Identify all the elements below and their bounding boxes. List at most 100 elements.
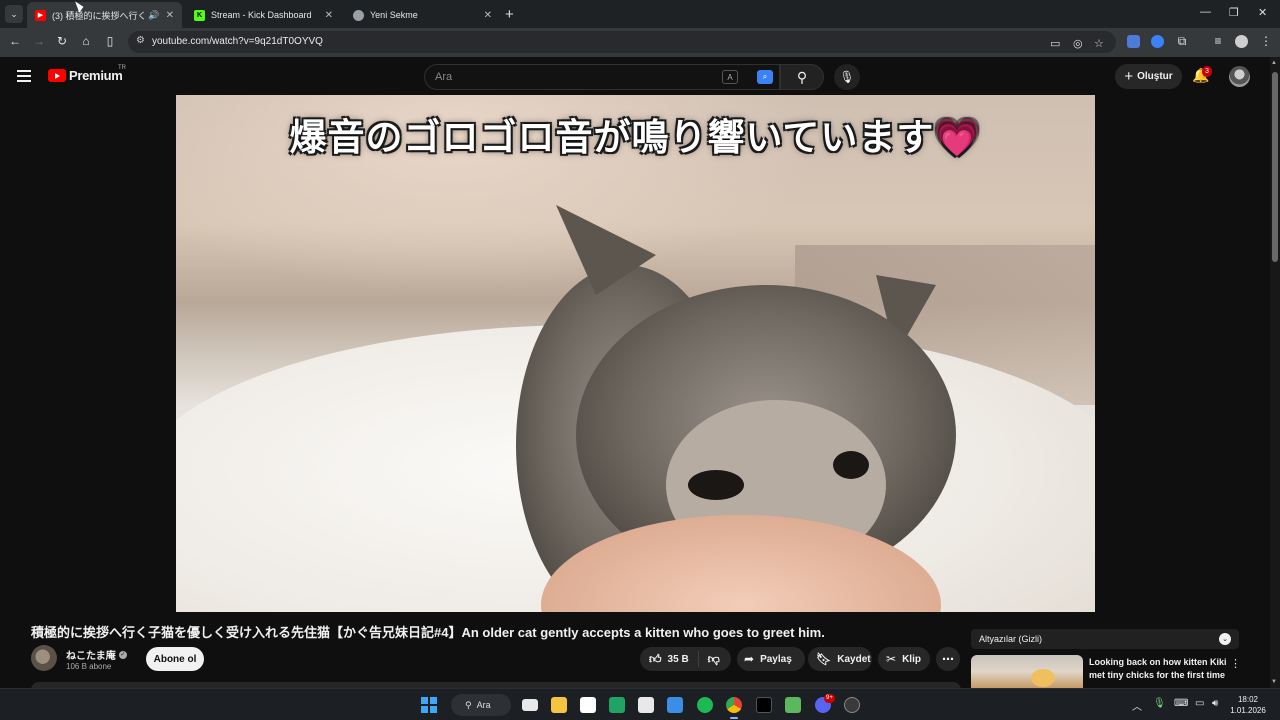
windows-start-icon[interactable]: [421, 697, 437, 713]
screen-search-icon[interactable]: ⌕: [757, 70, 773, 84]
keyboard-icon[interactable]: ⌨: [1174, 698, 1188, 709]
address-bar[interactable]: ⚙ youtube.com/watch?v=9q21dT0OYVQ ▭ ◎ ☆: [128, 31, 1116, 53]
app-icon[interactable]: [844, 697, 860, 713]
extensions-puzzle-icon[interactable]: ⧉: [1174, 34, 1190, 49]
home-icon[interactable]: ⌂: [78, 34, 94, 48]
profile-avatar-icon[interactable]: [1235, 35, 1248, 48]
app-icon[interactable]: [667, 697, 683, 713]
like-dislike-group: 👍︎ 35 B 👎︎: [640, 647, 731, 671]
clock-date: 1.01.2026: [1230, 706, 1266, 715]
more-actions-button[interactable]: ⋯: [936, 647, 960, 671]
video-title: 積極的に挨拶へ行く子猫を優しく受け入れる先住猫【かぐ告兄妹日記#4】An old…: [31, 625, 825, 640]
youtube-premium-logo[interactable]: Premium TR: [48, 65, 126, 83]
taskbar-search-button[interactable]: ⚲ Ara: [451, 694, 511, 716]
channel-avatar[interactable]: [31, 645, 57, 671]
microsoft-store-icon[interactable]: [580, 697, 596, 713]
clip-label: Klip: [902, 653, 921, 665]
close-tab-icon[interactable]: ✕: [325, 10, 333, 21]
menu-hamburger-icon[interactable]: [17, 70, 31, 82]
share-arrow-icon: ➦: [744, 652, 755, 666]
save-label: Kaydet: [837, 653, 871, 665]
speaker-icon[interactable]: 🔊: [148, 10, 159, 21]
subtitles-panel-header[interactable]: Altyazılar (Gizli) ⌄: [971, 629, 1239, 649]
browser-menu-icon[interactable]: ⋮: [1258, 34, 1274, 48]
microphone-icon: 🎙: [839, 70, 855, 84]
windows-taskbar: ⚲ Ara 9+ ︿ 🎙 ⌨ ▭ 🔊︎ 18:02 1.01.2026: [0, 688, 1280, 720]
url-text: youtube.com/watch?v=9q21dT0OYVQ: [152, 36, 323, 47]
tab-new-tab[interactable]: Yeni Sekme ✕: [345, 2, 500, 28]
back-icon[interactable]: ←: [7, 34, 23, 48]
discord-badge: 9+: [824, 694, 835, 703]
video-player[interactable]: 爆音のゴロゴロ音が鳴り響いています💗: [176, 95, 1095, 612]
more-horizontal-icon: ⋯: [942, 652, 954, 666]
chrome-icon[interactable]: [726, 697, 742, 713]
capcut-icon[interactable]: [756, 697, 772, 713]
create-label: Oluştur: [1137, 71, 1173, 82]
like-count: 35 B: [667, 653, 689, 665]
chevron-down-icon[interactable]: ⌄: [1219, 633, 1231, 645]
search-icon: ⚲: [796, 68, 808, 85]
cast-icon[interactable]: ▭: [1050, 37, 1060, 50]
search-input[interactable]: [435, 71, 715, 83]
keyboard-language-icon[interactable]: A: [722, 70, 738, 84]
subscribe-button[interactable]: Abone ol: [146, 647, 204, 671]
restore-icon[interactable]: ❐: [1229, 6, 1239, 19]
tab-youtube[interactable]: ▶ (3) 積極的に挨拶へ行く子猫を優しく受 🔊 ✕: [27, 2, 182, 28]
scroll-down-icon[interactable]: ▼: [1271, 679, 1277, 685]
scissors-icon: ✂: [886, 652, 897, 666]
recommended-video-thumbnail[interactable]: [971, 655, 1083, 688]
tab-kick-dashboard[interactable]: K Stream - Kick Dashboard ✕: [186, 2, 341, 28]
video-caption-overlay: 爆音のゴロゴロ音が鳴り響いています💗: [289, 116, 982, 159]
clock-time: 18:02: [1237, 695, 1259, 704]
site-info-icon[interactable]: ⚙: [136, 35, 145, 46]
reload-icon[interactable]: ↻: [54, 34, 70, 48]
kitten-image: [516, 205, 956, 612]
microphone-tray-icon[interactable]: 🎙: [1153, 698, 1166, 709]
taskbar-clock[interactable]: 18:02 1.01.2026: [1228, 694, 1268, 716]
snipping-tool-icon[interactable]: [638, 697, 654, 713]
active-app-indicator: [730, 717, 738, 719]
create-button[interactable]: + Oluştur: [1115, 64, 1182, 89]
extension-icon[interactable]: [1151, 35, 1164, 48]
translate-extension-icon[interactable]: [1127, 35, 1140, 48]
channel-name-row[interactable]: ねこたま庵 ✓: [66, 647, 127, 662]
close-window-icon[interactable]: ✕: [1258, 6, 1267, 19]
channel-name[interactable]: ねこたま庵: [66, 647, 116, 662]
save-button[interactable]: 🔖︎ Kaydet: [808, 647, 872, 671]
recommended-more-icon[interactable]: ⋮: [1230, 657, 1241, 670]
bookmark-star-icon[interactable]: ☆: [1094, 37, 1104, 50]
task-view-icon[interactable]: [522, 699, 538, 711]
app-icon[interactable]: [785, 697, 801, 713]
close-tab-icon[interactable]: ✕: [166, 10, 174, 21]
media-controls-icon[interactable]: ≡: [1210, 34, 1226, 48]
recommended-video-title[interactable]: Looking back on how kitten Kiki met tiny…: [1089, 656, 1229, 682]
clip-button[interactable]: ✂ Klip: [878, 647, 930, 671]
tray-overflow-icon[interactable]: ︿: [1132, 698, 1142, 713]
new-tab-button[interactable]: +: [505, 6, 514, 23]
country-code: TR: [118, 65, 126, 71]
volume-icon[interactable]: 🔊︎: [1212, 698, 1218, 709]
scroll-up-icon[interactable]: ▲: [1271, 60, 1277, 66]
eye-off-icon[interactable]: ◎: [1073, 37, 1083, 50]
dislike-button[interactable]: 👎︎: [699, 647, 729, 671]
minimize-icon[interactable]: —: [1200, 6, 1211, 18]
like-button[interactable]: 👍︎ 35 B: [640, 647, 698, 671]
file-explorer-icon[interactable]: [551, 697, 567, 713]
youtube-play-icon: [48, 69, 66, 82]
app-icon[interactable]: [609, 697, 625, 713]
page-scrollbar-thumb[interactable]: [1272, 72, 1278, 262]
account-avatar[interactable]: [1229, 66, 1250, 87]
search-button[interactable]: ⚲: [780, 64, 824, 90]
spotify-icon[interactable]: [697, 697, 713, 713]
forward-icon[interactable]: →: [31, 34, 47, 48]
share-button[interactable]: ➦ Paylaş: [737, 647, 805, 671]
close-tab-icon[interactable]: ✕: [484, 10, 492, 21]
search-box: A ⌕: [424, 64, 780, 90]
youtube-header: Premium TR A ⌕ ⚲ 🎙 + Oluştur 🔔 3: [0, 57, 1270, 95]
tab-title: Yeni Sekme: [370, 10, 418, 20]
tab-search-button[interactable]: ⌄: [5, 5, 23, 23]
voice-search-button[interactable]: 🎙: [834, 64, 860, 90]
split-view-icon[interactable]: ▯: [102, 34, 118, 48]
network-icon[interactable]: ▭: [1195, 698, 1204, 709]
tab-title: Stream - Kick Dashboard: [211, 10, 312, 20]
